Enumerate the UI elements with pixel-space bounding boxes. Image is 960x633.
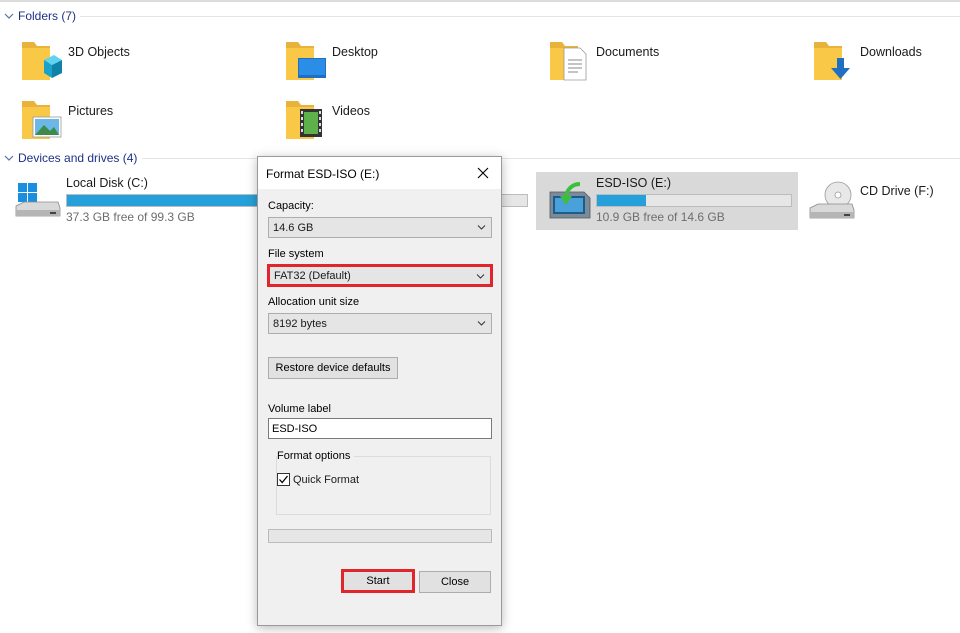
capacity-label: Capacity:	[268, 200, 314, 212]
folder-3d-objects[interactable]: 3D Objects	[20, 38, 260, 90]
videos-folder-icon	[286, 101, 322, 139]
quick-format-checkbox[interactable]: Quick Format	[277, 473, 359, 486]
filesystem-dropdown[interactable]: FAT32 (Default)	[268, 265, 492, 286]
allocation-dropdown[interactable]: 8192 bytes	[268, 313, 492, 334]
pictures-folder-icon	[22, 101, 62, 139]
chevron-down-icon	[4, 13, 14, 19]
restore-defaults-button[interactable]: Restore device defaults	[268, 357, 398, 379]
chevron-down-icon	[4, 155, 14, 161]
allocation-label: Allocation unit size	[268, 296, 360, 308]
drive-free-space: 37.3 GB free of 99.3 GB	[66, 210, 195, 224]
format-dialog: Format ESD-ISO (E:) Capacity: 14.6 GB Fi…	[257, 156, 502, 626]
windows-drive-icon	[15, 183, 61, 217]
folders-group-divider	[80, 16, 960, 17]
downloads-folder-icon	[814, 42, 850, 80]
folder-documents[interactable]: Documents	[548, 38, 788, 90]
filesystem-value: FAT32 (Default)	[274, 269, 351, 282]
quick-format-label: Quick Format	[293, 473, 360, 486]
volume-label-input[interactable]	[268, 418, 492, 439]
filesystem-label: File system	[268, 248, 324, 260]
folder-name: 3D Objects	[68, 45, 130, 59]
folder-name: Documents	[596, 45, 660, 59]
desktop-folder-icon	[286, 42, 326, 80]
checkbox-box[interactable]	[277, 473, 290, 486]
close-button[interactable]: Close	[419, 571, 491, 593]
folder-desktop[interactable]: Desktop	[284, 38, 524, 90]
format-options-group: Format options Quick Format	[276, 450, 491, 515]
folder-name: Pictures	[68, 104, 114, 118]
chevron-down-icon	[477, 225, 486, 230]
start-button[interactable]: Start	[342, 570, 414, 592]
folders-group-header[interactable]: Folders (7)	[0, 6, 960, 26]
usb-drive-icon	[549, 182, 591, 219]
folder-pictures[interactable]: Pictures	[20, 97, 260, 149]
chevron-down-icon	[477, 321, 486, 326]
dialog-close-button[interactable]	[469, 159, 497, 187]
drive-usage-bar	[596, 194, 792, 207]
folder-name: Desktop	[332, 45, 378, 59]
documents-folder-icon	[550, 42, 587, 81]
allocation-value: 8192 bytes	[273, 317, 327, 330]
cd-drive-icon	[809, 181, 855, 219]
dialog-title: Format ESD-ISO (E:)	[266, 167, 380, 181]
drives-group-label: Devices and drives (4)	[18, 151, 138, 165]
drive-name: CD Drive (F:)	[860, 184, 934, 198]
folder-name: Videos	[332, 104, 370, 118]
dialog-titlebar[interactable]: Format ESD-ISO (E:)	[258, 157, 501, 189]
drive-usage-fill	[597, 195, 646, 206]
top-divider	[0, 0, 960, 2]
checkmark-icon	[279, 475, 289, 484]
close-icon	[477, 167, 489, 179]
3d-objects-folder-icon	[22, 42, 62, 80]
folder-videos[interactable]: Videos	[284, 97, 524, 149]
drive-esd-iso-e[interactable]: ESD-ISO (E:) 10.9 GB free of 14.6 GB	[536, 172, 798, 230]
drive-free-space: 10.9 GB free of 14.6 GB	[596, 210, 725, 224]
volume-label-caption: Volume label	[268, 403, 331, 415]
format-progress-bar	[268, 529, 492, 543]
folder-name: Downloads	[860, 45, 922, 59]
capacity-value: 14.6 GB	[273, 221, 314, 234]
capacity-dropdown[interactable]: 14.6 GB	[268, 217, 492, 238]
drive-cd-f[interactable]: CD Drive (F:)	[808, 172, 958, 230]
drive-name: ESD-ISO (E:)	[596, 176, 672, 190]
format-options-label: Format options	[277, 450, 355, 462]
folders-group-label: Folders (7)	[18, 9, 77, 23]
folder-downloads[interactable]: Downloads	[812, 38, 960, 90]
drive-name: Local Disk (C:)	[66, 176, 148, 190]
chevron-down-icon	[476, 274, 485, 279]
